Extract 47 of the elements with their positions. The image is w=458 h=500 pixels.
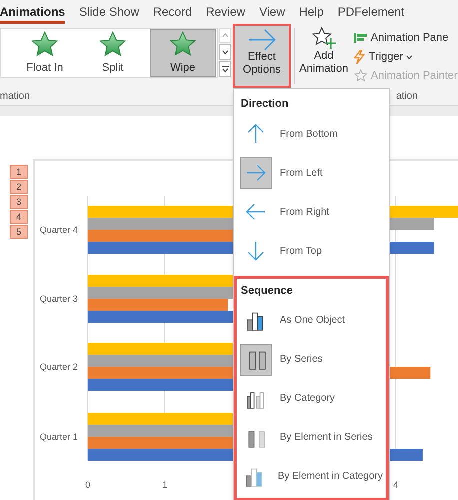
caret-up-icon <box>222 33 228 38</box>
menu-item[interactable]: From Top <box>237 232 386 270</box>
ribbon-tab[interactable]: PDFelement <box>338 2 405 24</box>
menu-item[interactable]: From Bottom <box>237 114 386 154</box>
section-title: Direction <box>240 97 290 112</box>
star-icon <box>354 69 368 83</box>
animation-style[interactable]: Float In <box>14 29 76 77</box>
ribbon-command[interactable]: Trigger <box>354 49 458 65</box>
ribbon-tab[interactable]: View <box>259 2 286 24</box>
axis-tick-label: 1 <box>162 480 168 490</box>
animation-order-tag[interactable]: 5 <box>10 225 28 239</box>
menu-item[interactable]: By Element in Category <box>237 457 386 496</box>
effect-options-button[interactable]: Effect Options <box>233 24 291 88</box>
menu-item[interactable]: By Element in Series <box>237 418 386 457</box>
scroll-down-button[interactable] <box>219 44 231 60</box>
animation-order-tag[interactable]: 4 <box>10 210 28 224</box>
category-label: Quarter 3 <box>40 294 78 304</box>
add-animation-button[interactable]: Add Animation <box>298 26 350 86</box>
animation-style[interactable]: Split <box>82 29 144 77</box>
more-icon <box>222 66 228 72</box>
menu-item[interactable]: By Category <box>237 379 386 418</box>
ribbon-tab[interactable]: Slide Show <box>79 2 140 24</box>
right-arrow-icon <box>247 29 277 51</box>
menu-item[interactable]: As One Object <box>237 301 386 340</box>
ribbon-tab[interactable]: Record <box>153 2 192 24</box>
ribbon-tab[interactable]: Help <box>299 2 324 24</box>
group-label: ation <box>396 90 418 104</box>
menu-item[interactable]: From Left <box>237 154 386 192</box>
section-title: Sequence <box>240 284 294 298</box>
animation-order-tag[interactable]: 3 <box>10 195 28 209</box>
group-label: mation <box>0 90 30 104</box>
category-label: Quarter 2 <box>40 362 78 372</box>
more-button[interactable] <box>219 61 231 77</box>
ribbon-command[interactable]: Animation Pane <box>354 30 458 46</box>
category-label: Quarter 1 <box>40 432 78 442</box>
lightning-icon <box>354 50 366 64</box>
category-label: Quarter 4 <box>40 225 78 235</box>
caret-down-icon <box>222 50 228 54</box>
menu-item[interactable]: From Right <box>237 192 386 232</box>
menu-item[interactable]: By Series <box>237 340 386 379</box>
pane-icon <box>354 32 368 44</box>
ribbon-tab[interactable]: Review <box>206 2 246 24</box>
animation-order-tag[interactable]: 1 <box>10 165 28 179</box>
animation-order-tag[interactable]: 2 <box>10 180 28 194</box>
axis-tick-label: 4 <box>394 480 398 490</box>
axis-tick-label: 0 <box>86 480 90 490</box>
animation-style[interactable]: Wipe <box>150 29 216 77</box>
